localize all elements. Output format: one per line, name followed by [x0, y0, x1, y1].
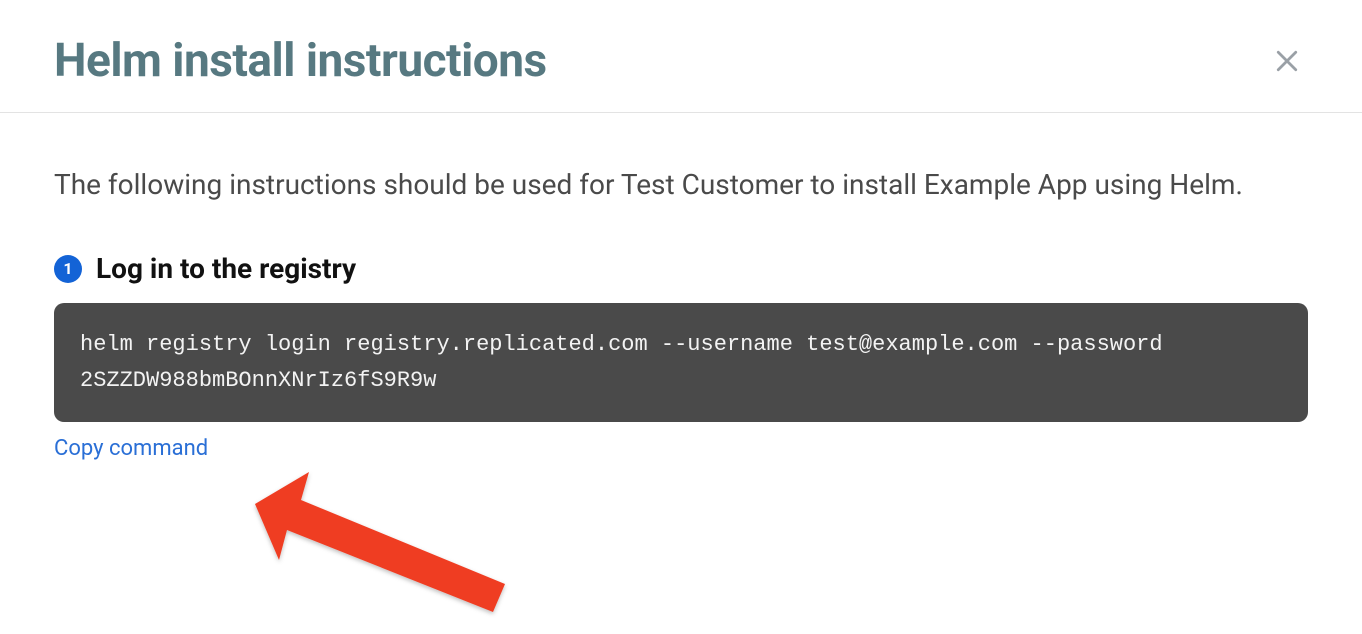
modal-header: Helm install instructions — [0, 0, 1362, 113]
helm-install-modal: Helm install instructions The following … — [0, 0, 1362, 615]
modal-body: The following instructions should be use… — [0, 113, 1362, 461]
intro-text: The following instructions should be use… — [54, 163, 1308, 206]
copy-command-link[interactable]: Copy command — [54, 436, 208, 461]
close-icon — [1272, 46, 1302, 76]
step-header: 1 Log in to the registry — [54, 252, 1308, 285]
step-number-badge: 1 — [54, 255, 82, 283]
command-code-block: helm registry login registry.replicated.… — [54, 303, 1308, 421]
modal-title: Helm install instructions — [54, 34, 547, 88]
step-title: Log in to the registry — [96, 252, 356, 285]
close-button[interactable] — [1266, 40, 1308, 82]
